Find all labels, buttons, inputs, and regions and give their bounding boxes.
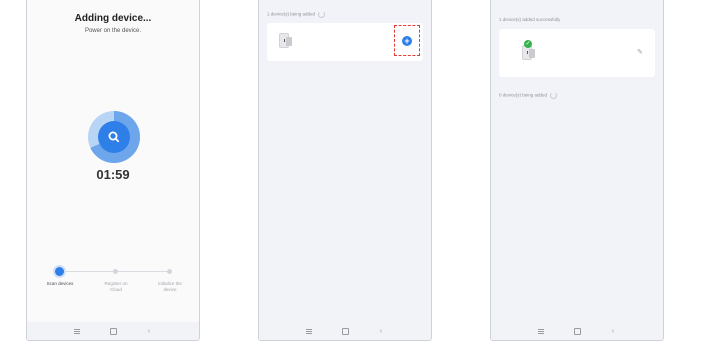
step-label-initialize: Initialize the device — [158, 281, 182, 292]
added-device-card[interactable] — [499, 29, 655, 77]
loading-spinner-icon — [550, 92, 558, 99]
menu-icon[interactable] — [304, 326, 314, 336]
scan-button — [98, 121, 130, 153]
search-icon — [108, 131, 120, 143]
progress-steps: Scan devices Register on Cloud Initializ… — [47, 265, 182, 292]
countdown-timer: 01:59 — [96, 167, 130, 182]
home-icon[interactable] — [340, 326, 350, 336]
back-icon[interactable]: ‹ — [376, 326, 386, 336]
menu-icon[interactable] — [536, 326, 546, 336]
success-status-text: 1 device(s) added successfully — [499, 17, 561, 22]
adding-status: 0 device(s) being added — [499, 92, 558, 99]
phone-screen-device-added: 1 device(s) added successfully ✓ ✎ 0 dev… — [490, 0, 664, 341]
menu-icon[interactable] — [72, 326, 82, 336]
adding-status-text: 1 device(s) being added — [267, 11, 316, 17]
add-device-highlight: + — [394, 25, 420, 56]
adding-status-text: 0 device(s) being added — [499, 92, 548, 98]
back-icon[interactable]: ‹ — [144, 326, 154, 336]
check-icon: ✓ — [524, 40, 532, 48]
android-nav-bar: ‹ — [259, 322, 431, 340]
step-label-register: Register on Cloud — [104, 281, 128, 292]
android-nav-bar: ‹ — [491, 322, 663, 340]
page-title: Adding device... — [74, 13, 152, 24]
step-dot-scan — [55, 267, 64, 276]
back-icon[interactable]: ‹ — [608, 326, 618, 336]
home-icon[interactable] — [108, 326, 118, 336]
adding-status: 1 device(s) being added — [267, 11, 326, 18]
step-label-scan: Scan devices — [46, 281, 74, 286]
step-dot-register — [113, 269, 118, 274]
smart-plug-icon — [277, 33, 293, 50]
device-card[interactable]: + — [267, 23, 423, 61]
edit-pencil-icon[interactable]: ✎ — [637, 49, 645, 57]
step-dot-initialize — [167, 269, 172, 274]
plus-icon[interactable]: + — [402, 35, 412, 46]
phone-screen-device-found: 1 device(s) being added + ‹ — [258, 0, 432, 341]
loading-spinner-icon — [318, 11, 326, 18]
home-icon[interactable] — [572, 326, 582, 336]
android-nav-bar: ‹ — [27, 322, 199, 340]
page-subtitle: Power on the device. — [84, 28, 142, 34]
phone-screen-adding-device: Adding device... Power on the device. 01… — [26, 0, 200, 341]
